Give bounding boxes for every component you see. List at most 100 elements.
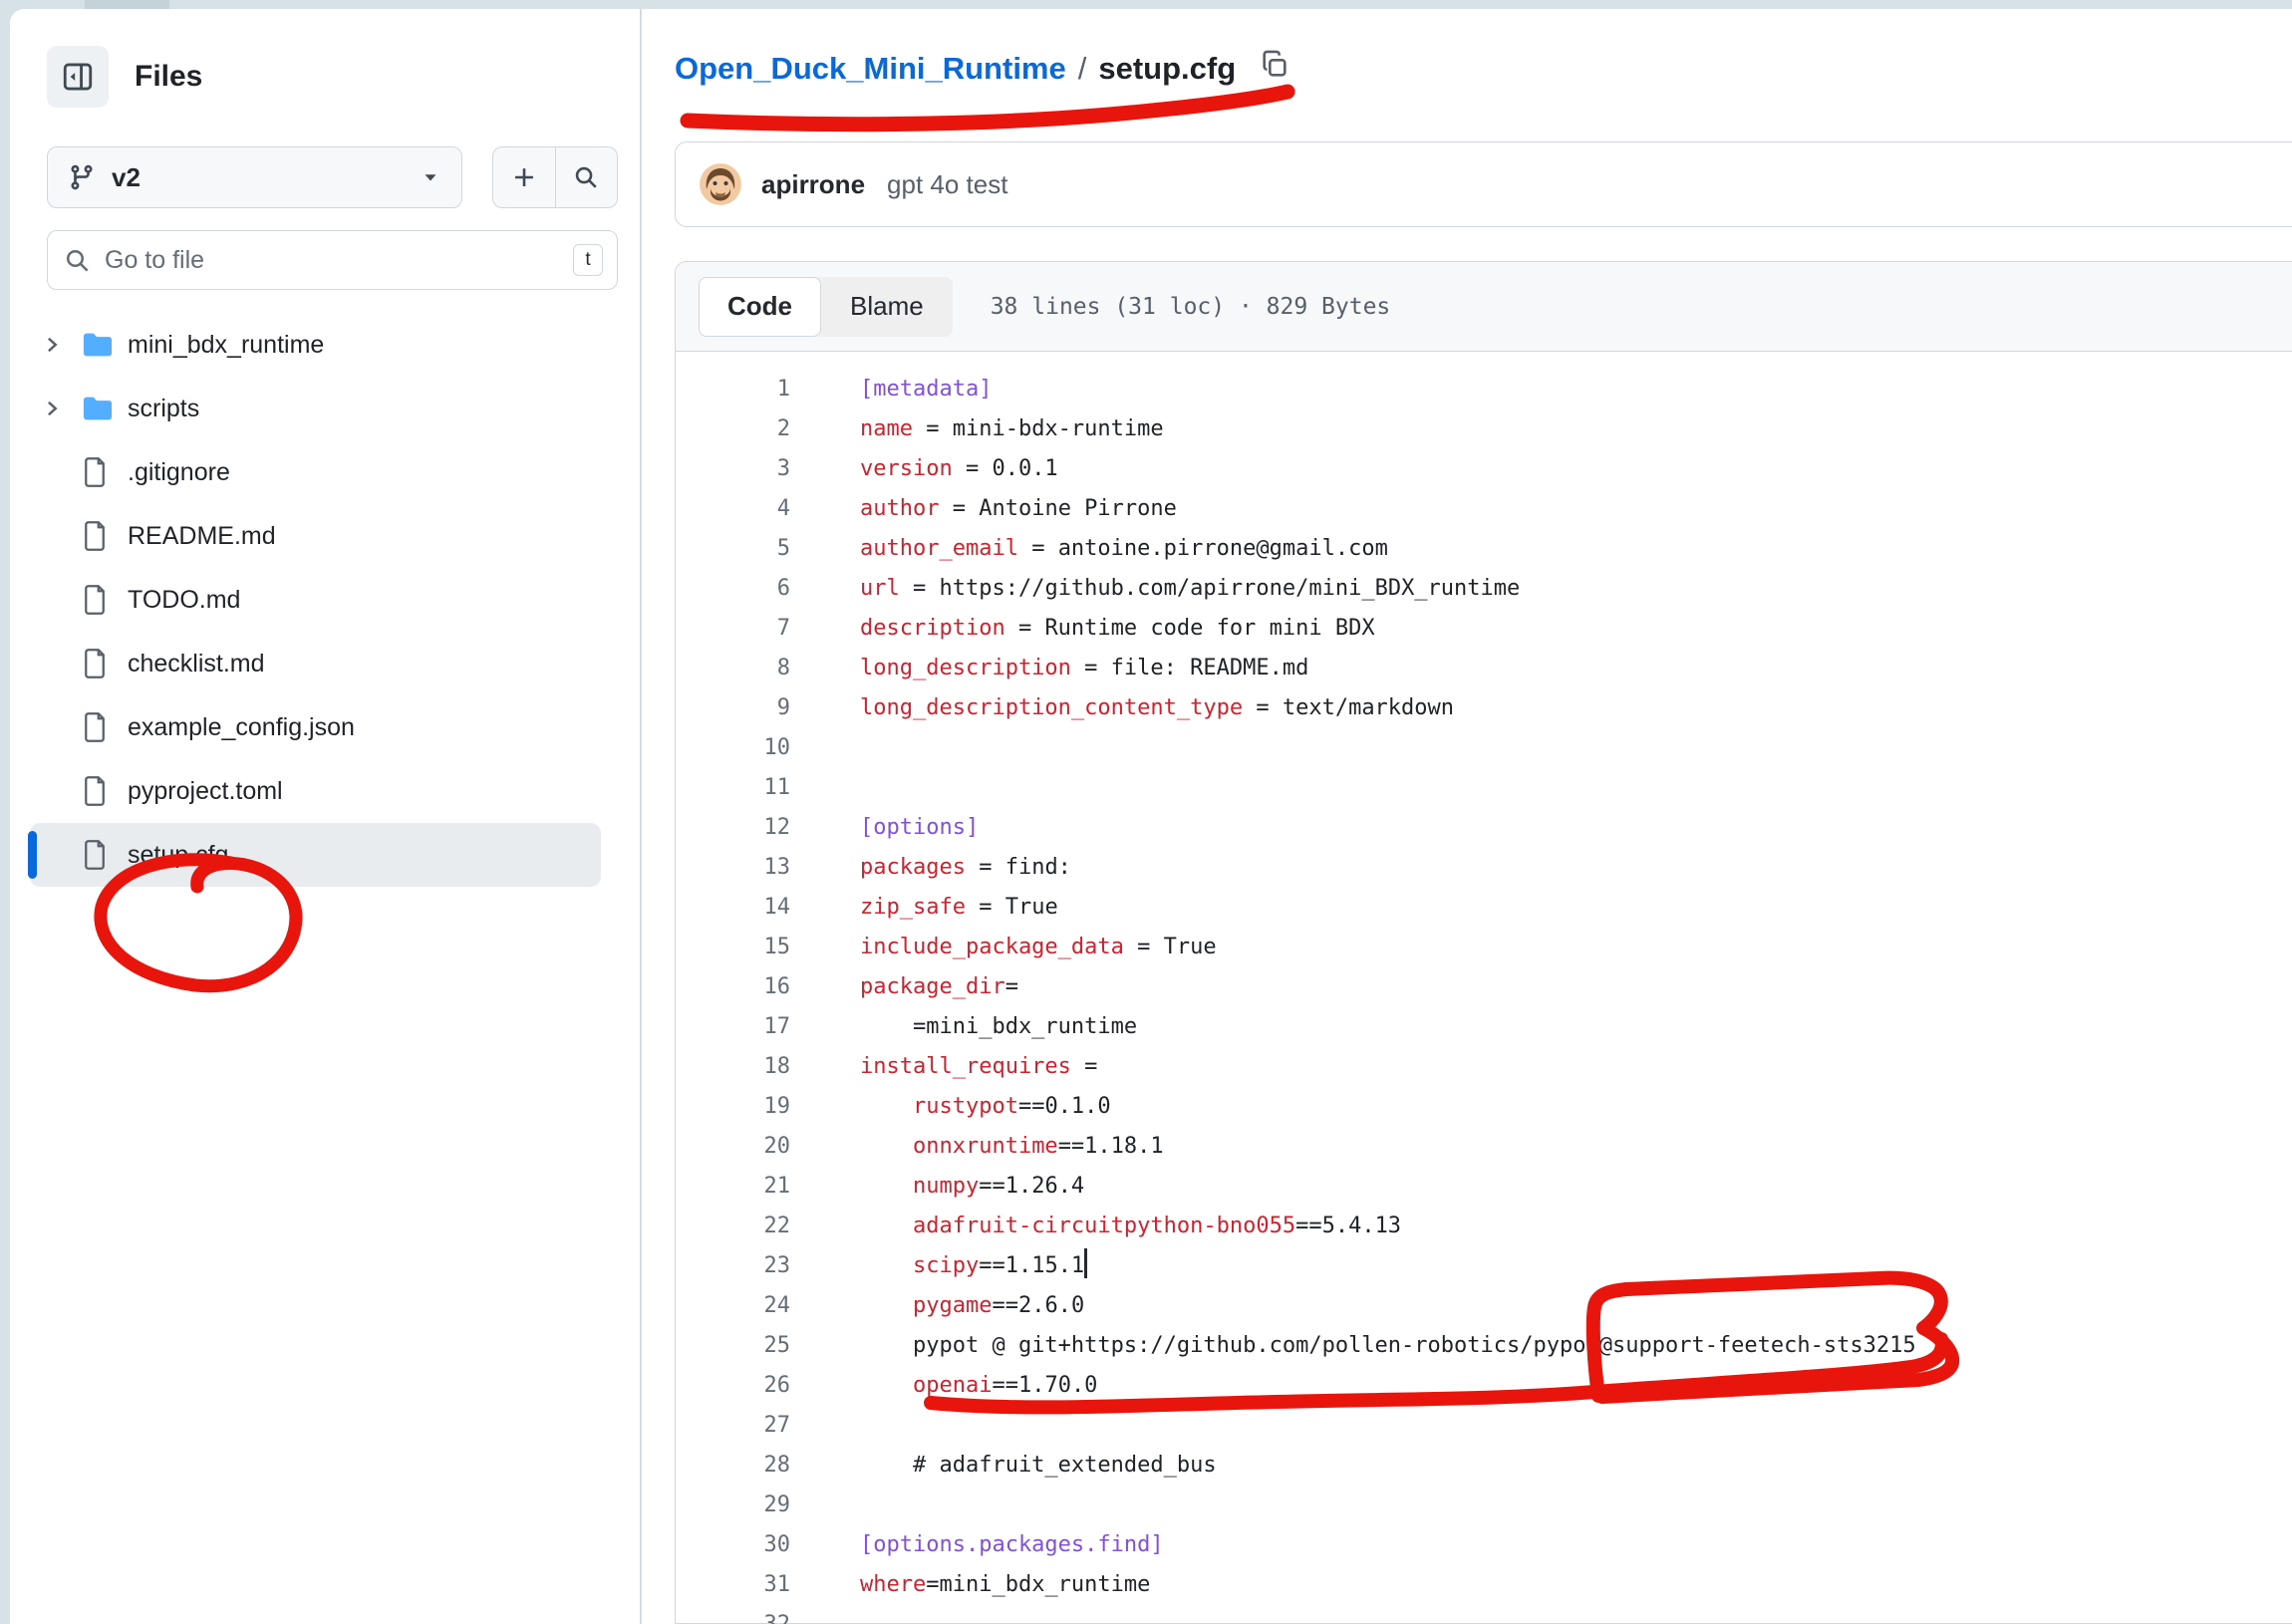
line-number[interactable]: 30 (676, 1525, 790, 1565)
line-content: adafruit-circuitpython-bno055==5.4.13 (790, 1207, 1401, 1246)
file-icon (82, 521, 108, 551)
line-number[interactable]: 20 (676, 1127, 790, 1167)
line-number[interactable]: 23 (676, 1246, 790, 1286)
code-line: 6 url = https://github.com/apirrone/mini… (676, 569, 2292, 609)
breadcrumb-repo-link[interactable]: Open_Duck_Mini_Runtime (675, 51, 1066, 87)
new-file-button[interactable] (493, 147, 555, 207)
commit-message[interactable]: gpt 4o test (887, 169, 1007, 200)
line-number[interactable]: 7 (676, 609, 790, 649)
code-segment: = antoine.pirrone@gmail.com (1018, 536, 1388, 561)
code-segment: = find: (966, 855, 1071, 880)
line-number[interactable]: 27 (676, 1406, 790, 1446)
line-number[interactable]: 6 (676, 569, 790, 609)
line-number[interactable]: 10 (676, 728, 790, 768)
code-listing: 1 [metadata] 2 name = mini-bdx-runtime 3… (676, 352, 2292, 1624)
line-content (790, 1406, 860, 1446)
file-icon (82, 776, 108, 806)
line-number[interactable]: 15 (676, 928, 790, 967)
code-segment: pygame (913, 1293, 992, 1318)
line-content (790, 768, 860, 808)
line-number[interactable]: 13 (676, 848, 790, 888)
code-segment: author_email (860, 536, 1018, 561)
code-line: 25 pypot @ git+https://github.com/pollen… (676, 1326, 2292, 1366)
line-number[interactable]: 22 (676, 1207, 790, 1246)
search-icon (64, 247, 91, 274)
line-number[interactable]: 28 (676, 1446, 790, 1486)
file-icon (82, 840, 108, 870)
code-line: 5 author_email = antoine.pirrone@gmail.c… (676, 529, 2292, 569)
line-number[interactable]: 26 (676, 1366, 790, 1406)
line-number[interactable]: 12 (676, 808, 790, 848)
line-content: =mini_bdx_runtime (790, 1007, 1137, 1047)
line-number[interactable]: 32 (676, 1605, 790, 1624)
copy-path-button[interactable] (1260, 50, 1289, 80)
tree-item-setup-cfg[interactable]: setup.cfg (30, 823, 601, 887)
line-number[interactable]: 24 (676, 1286, 790, 1326)
code-line: 26 openai==1.70.0 (676, 1366, 2292, 1406)
code-line: 10 (676, 728, 2292, 768)
line-content: scipy==1.15.1 (790, 1246, 1087, 1286)
avatar[interactable] (700, 163, 741, 205)
line-number[interactable]: 1 (676, 370, 790, 409)
line-content (790, 1605, 860, 1624)
code-line: 13 packages = find: (676, 848, 2292, 888)
line-content: url = https://github.com/apirrone/mini_B… (790, 569, 1520, 609)
commit-author[interactable]: apirrone (761, 169, 865, 200)
line-number[interactable]: 31 (676, 1565, 790, 1605)
plus-icon (511, 164, 537, 190)
collapse-sidebar-button[interactable] (47, 46, 109, 108)
line-number[interactable]: 5 (676, 529, 790, 569)
code-segment: [options] (860, 815, 979, 840)
code-line: 2 name = mini-bdx-runtime (676, 409, 2292, 449)
line-number[interactable]: 9 (676, 688, 790, 728)
line-number[interactable]: 3 (676, 449, 790, 489)
breadcrumb-file-name: setup.cfg (1098, 51, 1236, 87)
tree-item-scripts[interactable]: scripts (30, 377, 601, 440)
code-segment: scipy (913, 1253, 979, 1278)
line-content (790, 1486, 860, 1525)
code-segment: = (1005, 974, 1018, 999)
code-segment (860, 1094, 913, 1119)
branch-toolbar: v2 (47, 146, 618, 208)
line-number[interactable]: 16 (676, 967, 790, 1007)
tab-blame[interactable]: Blame (821, 277, 953, 337)
tree-item--gitignore[interactable]: .gitignore (30, 440, 601, 504)
branch-selector[interactable]: v2 (47, 146, 462, 208)
search-tree-button[interactable] (556, 147, 617, 207)
main-content: Open_Duck_Mini_Runtime / setup.cfg (642, 9, 2292, 1624)
line-content (790, 728, 860, 768)
line-number[interactable]: 17 (676, 1007, 790, 1047)
line-number[interactable]: 18 (676, 1047, 790, 1087)
line-number[interactable]: 21 (676, 1167, 790, 1207)
tree-item-mini-bdx-runtime[interactable]: mini_bdx_runtime (30, 313, 601, 377)
line-number[interactable]: 8 (676, 649, 790, 688)
code-line: 14 zip_safe = True (676, 888, 2292, 928)
file-tree: mini_bdx_runtime scripts .gitignore READ… (30, 313, 601, 887)
tree-item-label: checklist.md (128, 650, 265, 678)
tree-item-pyproject-toml[interactable]: pyproject.toml (30, 759, 601, 823)
line-number[interactable]: 11 (676, 768, 790, 808)
tree-actions (492, 146, 618, 208)
line-content: onnxruntime==1.18.1 (790, 1127, 1164, 1167)
tree-item-example-config-json[interactable]: example_config.json (30, 695, 601, 759)
file-icon (82, 457, 108, 487)
tree-item-todo-md[interactable]: TODO.md (30, 568, 601, 632)
chevron-right-icon (42, 399, 62, 418)
tree-item-checklist-md[interactable]: checklist.md (30, 632, 601, 695)
code-line: 31 where=mini_bdx_runtime (676, 1565, 2292, 1605)
code-segment: [metadata] (860, 377, 992, 402)
code-segment: author (860, 496, 939, 521)
code-line: 22 adafruit-circuitpython-bno055==5.4.13 (676, 1207, 2292, 1246)
code-segment: long_description_content_type (860, 695, 1243, 720)
line-number[interactable]: 2 (676, 409, 790, 449)
line-number[interactable]: 25 (676, 1326, 790, 1366)
tree-item-readme-md[interactable]: README.md (30, 504, 601, 568)
line-number[interactable]: 14 (676, 888, 790, 928)
line-number[interactable]: 19 (676, 1087, 790, 1127)
tab-code[interactable]: Code (699, 277, 821, 337)
line-number[interactable]: 4 (676, 489, 790, 529)
line-number[interactable]: 29 (676, 1486, 790, 1525)
code-segment: # adafruit_extended_bus (860, 1453, 1217, 1478)
go-to-file-input[interactable] (105, 246, 573, 275)
chevron-right-icon (42, 335, 62, 355)
